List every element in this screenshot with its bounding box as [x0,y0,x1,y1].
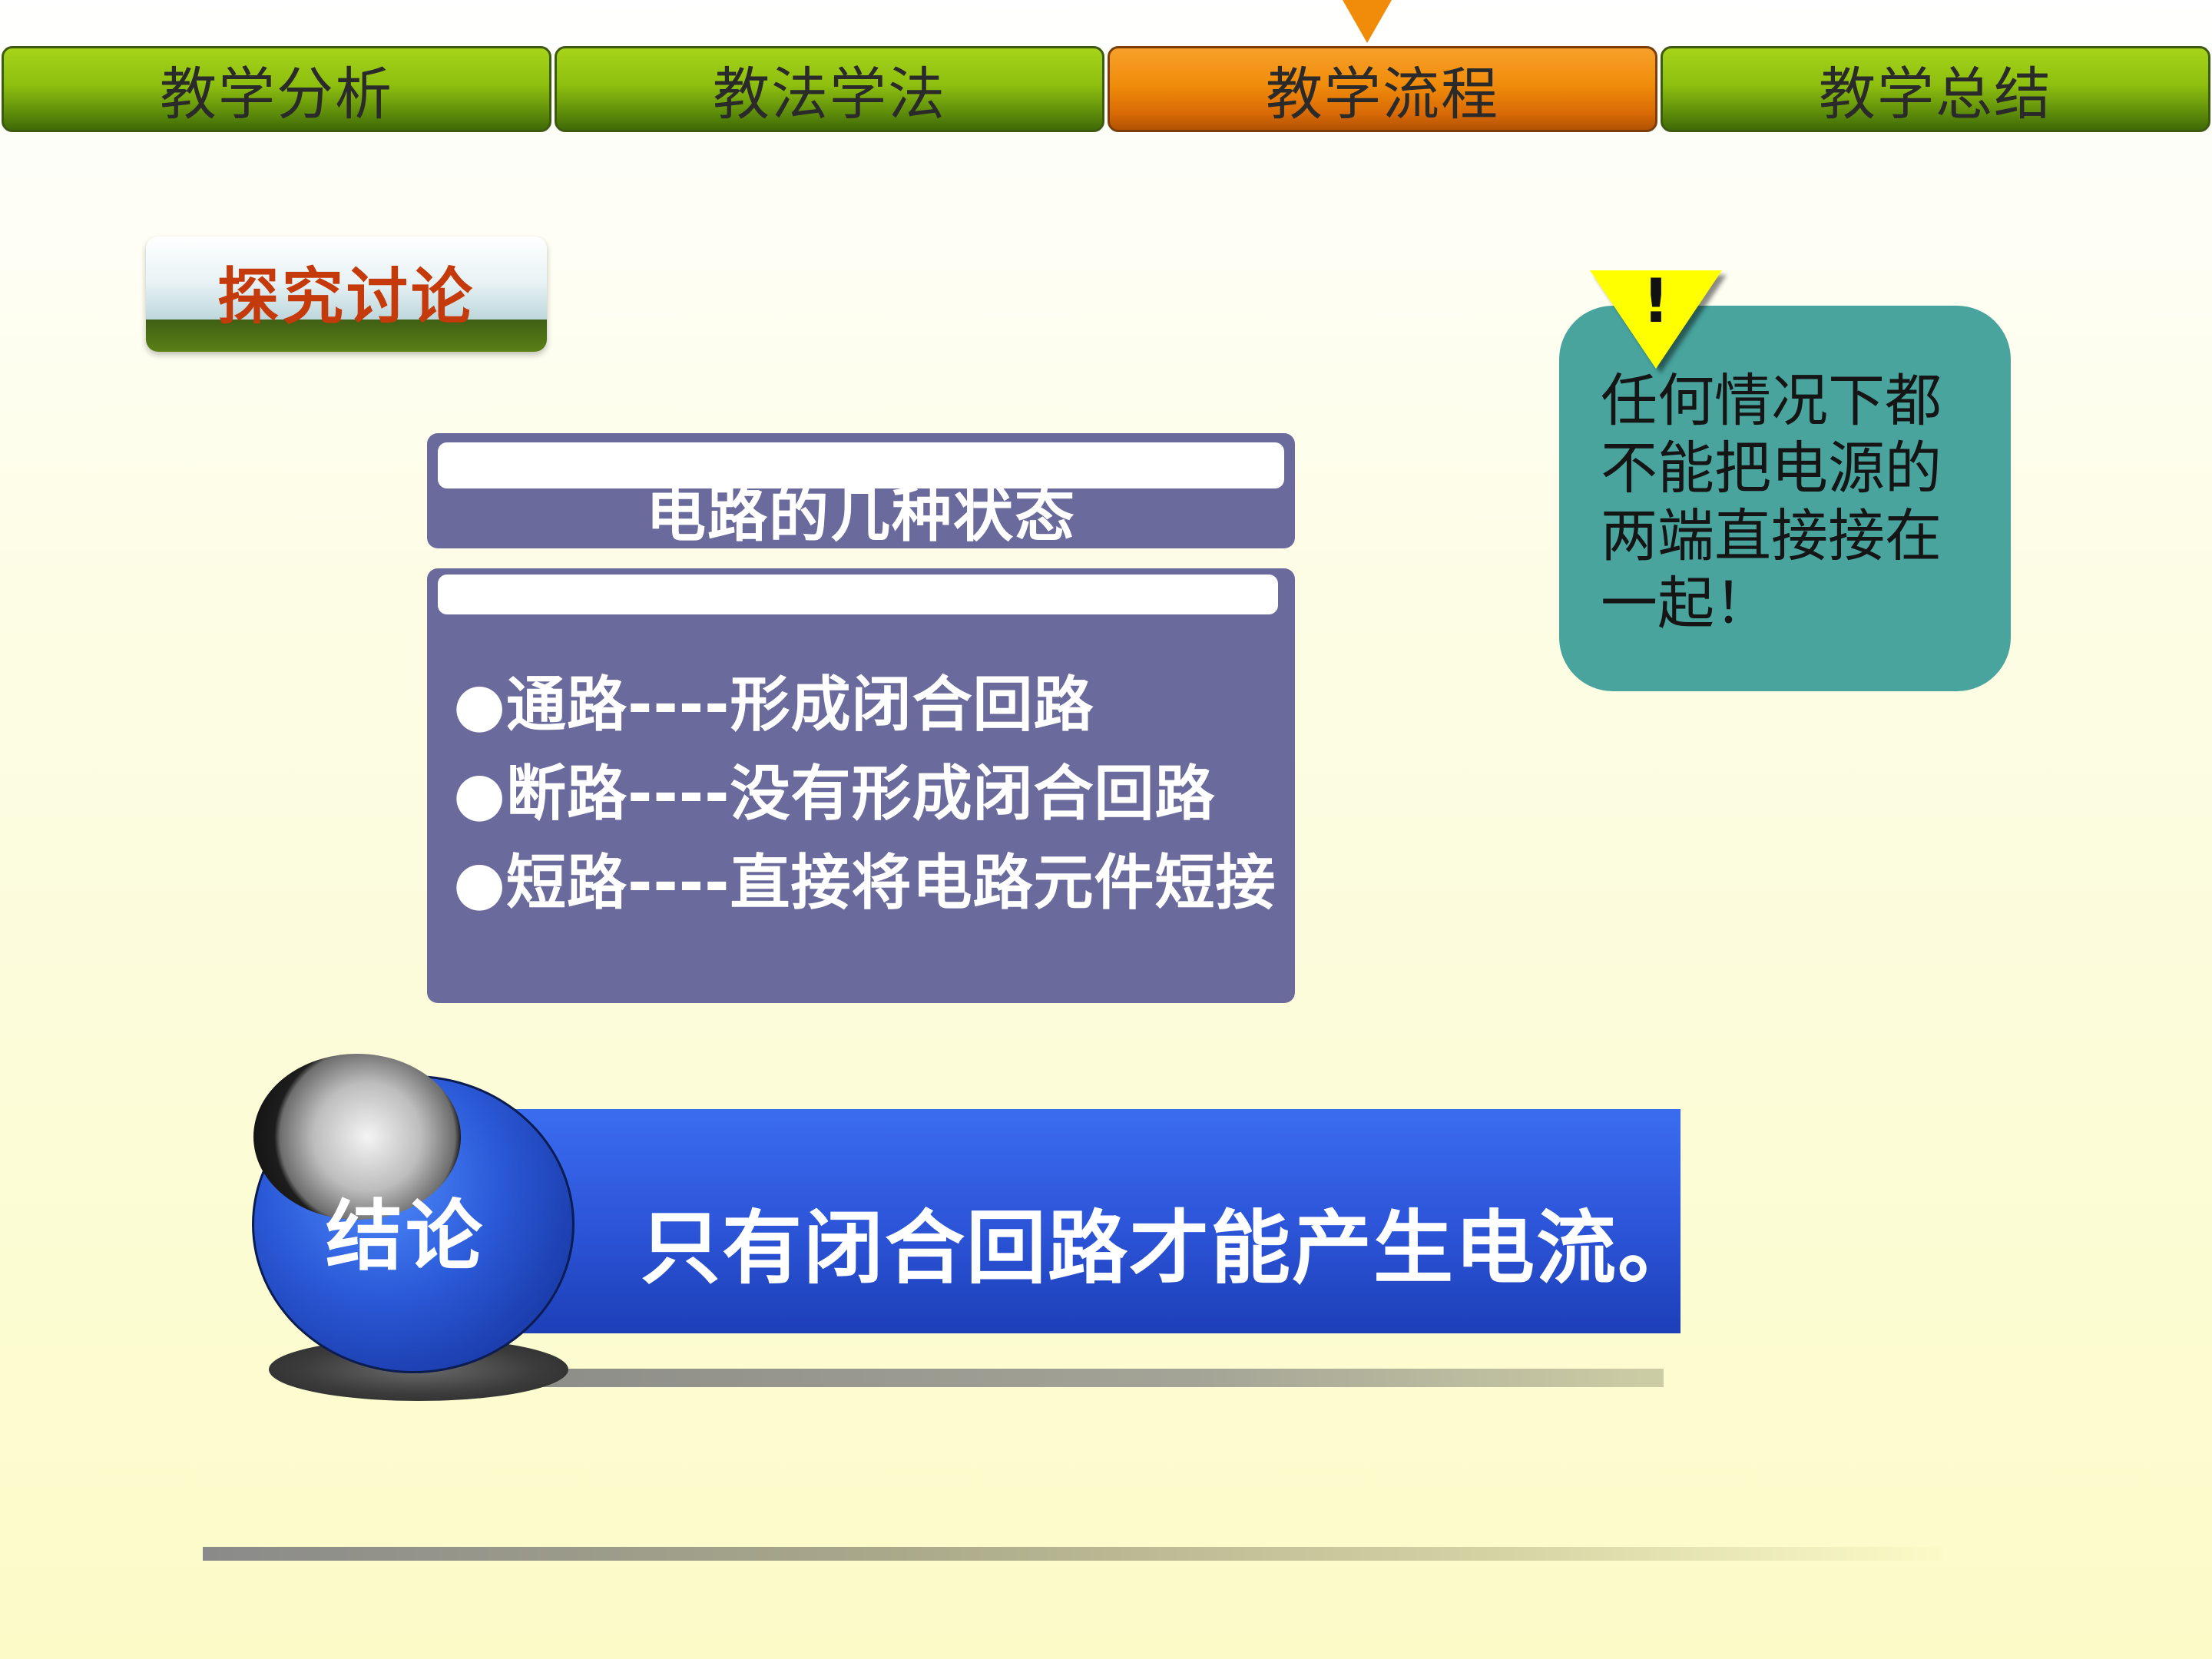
states-list: ●通路----形成闭合回路 ●断路----没有形成闭合回路 ●短路----直接将… [453,661,1277,928]
warning-text: 任何情况下都不能把电源的两端直接接在一起！ [1601,368,1942,637]
list-item: ●短路----直接将电路元件短接 [453,849,1277,918]
tab-teaching-process[interactable]: 教学流程 [1108,46,1657,132]
conclusion-label: 结论 [326,1191,485,1281]
conclusion-banner: 只有闭合回路才能产生电流。 [492,1109,1697,1333]
section-label: 探究讨论 [146,237,547,352]
tab-teaching-methods[interactable]: 教法学法 [555,46,1104,132]
top-navigation: 教学分析 教法学法 教学流程 教学总结 [2,46,2210,135]
list-item: ●通路----形成闭合回路 [453,671,1094,740]
list-item: ●断路----没有形成闭合回路 [453,760,1216,829]
active-tab-pointer-icon [1343,0,1392,43]
title-highlight-bar [438,442,1284,488]
conclusion-text: 只有闭合回路才能产生电流。 [641,1201,1700,1295]
states-title-panel: 电路的几种状态 [427,433,1295,548]
exclamation-icon: ! [1642,267,1670,336]
banner-shadow [492,1369,1664,1387]
section-label-text: 探究讨论 [217,261,475,333]
tab-teaching-summary[interactable]: 教学总结 [1661,46,2210,132]
list-highlight-bar [438,575,1278,614]
tab-teaching-analysis[interactable]: 教学分析 [2,46,551,132]
states-list-panel: ●通路----形成闭合回路 ●断路----没有形成闭合回路 ●短路----直接将… [427,568,1295,1003]
bottom-divider [203,1547,1943,1561]
